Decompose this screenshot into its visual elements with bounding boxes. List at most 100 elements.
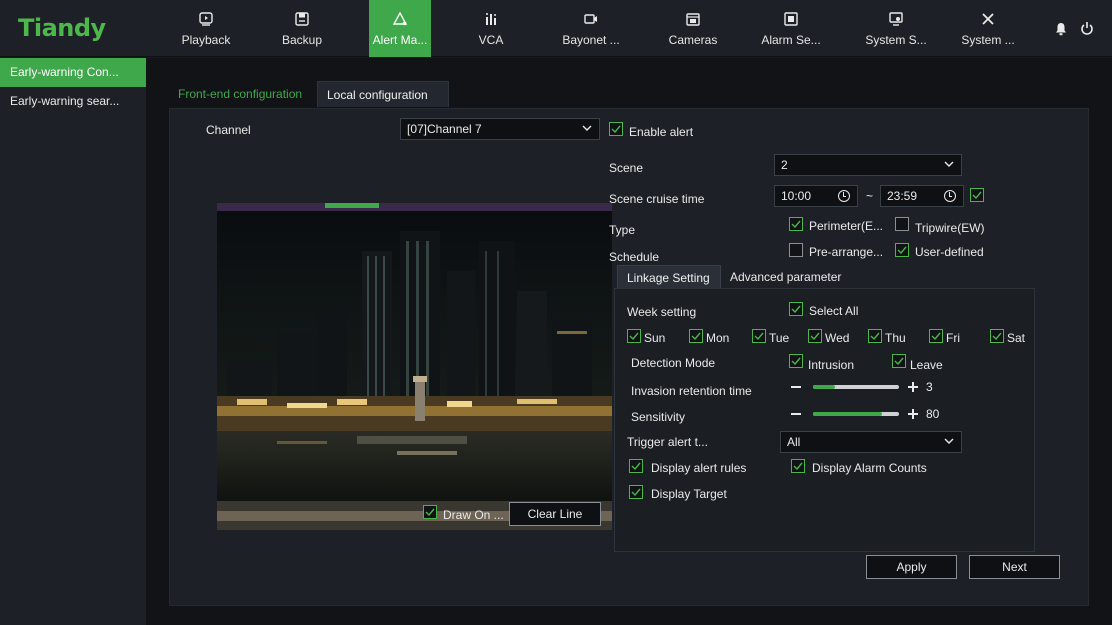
configuration-panel: Channel [07]Channel 7 Enable alert Draw … bbox=[169, 108, 1089, 606]
tab-front-end-configuration[interactable]: Front-end configuration bbox=[169, 81, 317, 107]
weekday-checkbox-sat[interactable] bbox=[990, 329, 1004, 343]
nav-label: Alarm Se... bbox=[761, 33, 821, 47]
nav-item-system-tools[interactable]: System ... bbox=[955, 0, 1021, 57]
top-navigation-bar: Tiandy Playback Backup Alert Ma... VCA Bayon… bbox=[0, 0, 1112, 57]
clock-icon bbox=[838, 190, 850, 202]
leave-label: Leave bbox=[910, 358, 943, 372]
sensitivity-label: Sensitivity bbox=[631, 410, 686, 424]
scene-cruise-time-label: Scene cruise time bbox=[609, 192, 705, 206]
nav-item-camera-small[interactable]: Bayonet ... bbox=[558, 0, 624, 57]
video-top-strip bbox=[217, 203, 612, 211]
power-icon[interactable] bbox=[1080, 21, 1094, 39]
chevron-down-icon bbox=[944, 438, 954, 444]
clear-line-button[interactable]: Clear Line bbox=[509, 502, 601, 526]
user-defined-label: User-defined bbox=[915, 245, 984, 259]
nav-item-alarm-settings[interactable]: Alarm Se... bbox=[760, 0, 822, 57]
draw-on-label: Draw On ... bbox=[443, 508, 504, 522]
tab-linkage-setting[interactable]: Linkage Setting bbox=[617, 265, 721, 289]
channel-select[interactable]: [07]Channel 7 bbox=[400, 118, 600, 140]
sidebar: Early-warning Con... Early-warning sear.… bbox=[0, 58, 146, 625]
video-preview[interactable] bbox=[217, 203, 612, 530]
nav-label: Cameras bbox=[668, 33, 718, 47]
clock-icon bbox=[944, 190, 956, 202]
intrusion-checkbox[interactable] bbox=[789, 354, 803, 368]
invasion-slider-fill bbox=[813, 385, 835, 389]
content-area: Front-end configuration Local configurat… bbox=[169, 81, 1089, 606]
nav-label: System S... bbox=[865, 33, 927, 47]
type-label: Type bbox=[609, 223, 636, 237]
display-alert-rules-checkbox[interactable] bbox=[629, 459, 643, 473]
nav-label: System ... bbox=[961, 33, 1015, 47]
weekday-checkbox-sun[interactable] bbox=[627, 329, 641, 343]
enable-alert-checkbox[interactable] bbox=[609, 122, 623, 136]
nav-label: Backup bbox=[281, 33, 323, 47]
alarm-settings-icon bbox=[782, 10, 800, 28]
leave-checkbox[interactable] bbox=[892, 354, 906, 368]
display-alarm-counts-checkbox[interactable] bbox=[791, 459, 805, 473]
nav-item-alert[interactable]: Alert Ma... bbox=[369, 0, 431, 57]
pre-arranged-checkbox[interactable] bbox=[789, 243, 803, 257]
cruise-end-time-input[interactable]: 23:59 bbox=[880, 185, 964, 207]
camera-small-icon bbox=[582, 10, 600, 28]
schedule-label: Schedule bbox=[609, 250, 660, 264]
weekday-checkbox-thu[interactable] bbox=[868, 329, 882, 343]
nav-item-system-status[interactable]: System S... bbox=[862, 0, 930, 57]
trigger-alert-value: All bbox=[787, 435, 801, 449]
tab-local-configuration[interactable]: Local configuration bbox=[317, 81, 449, 107]
cruise-enable-checkbox[interactable] bbox=[970, 188, 984, 202]
sensitivity-increase-button[interactable] bbox=[908, 409, 918, 419]
cruise-start-time-input[interactable]: 10:00 bbox=[774, 185, 858, 207]
weekday-checkbox-wed[interactable] bbox=[808, 329, 822, 343]
cruise-tilde: ~ bbox=[866, 189, 874, 203]
nav-label: Alert Ma... bbox=[372, 33, 428, 47]
intrusion-label: Intrusion bbox=[808, 358, 855, 372]
linkage-setting-panel: Week setting Select All Sun Mon Tue Wed Thu F… bbox=[614, 288, 1035, 552]
trigger-alert-select[interactable]: All bbox=[780, 431, 962, 453]
nav-item-playback[interactable]: Playback bbox=[177, 0, 235, 57]
sensitivity-decrease-button[interactable] bbox=[791, 413, 801, 415]
main-content: Front-end configuration Local configurat… bbox=[146, 58, 1112, 625]
enable-alert-label: Enable alert bbox=[629, 125, 694, 139]
weekday-checkbox-fri[interactable] bbox=[929, 329, 943, 343]
sidebar-item-early-warning-config[interactable]: Early-warning Con... bbox=[0, 58, 146, 87]
display-target-checkbox[interactable] bbox=[629, 485, 643, 499]
camera-feed-image bbox=[217, 211, 612, 530]
pre-arranged-label: Pre-arrange... bbox=[809, 245, 884, 259]
invasion-increase-button[interactable] bbox=[908, 382, 918, 392]
invasion-decrease-button[interactable] bbox=[791, 386, 801, 388]
invasion-retention-label: Invasion retention time bbox=[631, 384, 752, 398]
nav-label: Playback bbox=[181, 33, 231, 47]
video-indicator-bar bbox=[325, 203, 379, 208]
sidebar-item-early-warning-search[interactable]: Early-warning sear... bbox=[0, 87, 146, 116]
weekday-checkbox-tue[interactable] bbox=[752, 329, 766, 343]
scene-label: Scene bbox=[609, 161, 644, 175]
alert-icon bbox=[391, 10, 409, 28]
display-target-label: Display Target bbox=[651, 487, 727, 501]
weekday-label-sat: Sat bbox=[1007, 331, 1026, 345]
cruise-start-value: 10:00 bbox=[781, 189, 812, 203]
tripwire-label: Tripwire(EW) bbox=[915, 221, 985, 235]
system-status-icon bbox=[887, 10, 905, 28]
user-defined-checkbox[interactable] bbox=[895, 243, 909, 257]
scene-select[interactable]: 2 bbox=[774, 154, 962, 176]
channel-value: [07]Channel 7 bbox=[407, 122, 482, 136]
display-alarm-counts-label: Display Alarm Counts bbox=[812, 461, 927, 475]
perimeter-checkbox[interactable] bbox=[789, 217, 803, 231]
detection-mode-label: Detection Mode bbox=[631, 356, 716, 370]
select-all-checkbox[interactable] bbox=[789, 302, 803, 316]
display-alert-rules-label: Display alert rules bbox=[651, 461, 747, 475]
tab-advanced-parameter[interactable]: Advanced parameter bbox=[721, 265, 851, 289]
bell-icon[interactable] bbox=[1055, 22, 1067, 39]
sensitivity-slider-fill bbox=[813, 412, 882, 416]
draw-on-checkbox[interactable] bbox=[423, 505, 437, 519]
nav-item-cameras[interactable]: Cameras bbox=[660, 0, 726, 57]
nav-item-save[interactable]: Backup bbox=[276, 0, 328, 57]
apply-button[interactable]: Apply bbox=[866, 555, 957, 579]
cameras-icon bbox=[684, 10, 702, 28]
tripwire-checkbox[interactable] bbox=[895, 217, 909, 231]
nav-item-vca[interactable]: VCA bbox=[463, 0, 519, 57]
weekday-label-tue: Tue bbox=[769, 331, 790, 345]
next-button[interactable]: Next bbox=[969, 555, 1060, 579]
trigger-alert-label: Trigger alert t... bbox=[627, 435, 708, 449]
weekday-checkbox-mon[interactable] bbox=[689, 329, 703, 343]
